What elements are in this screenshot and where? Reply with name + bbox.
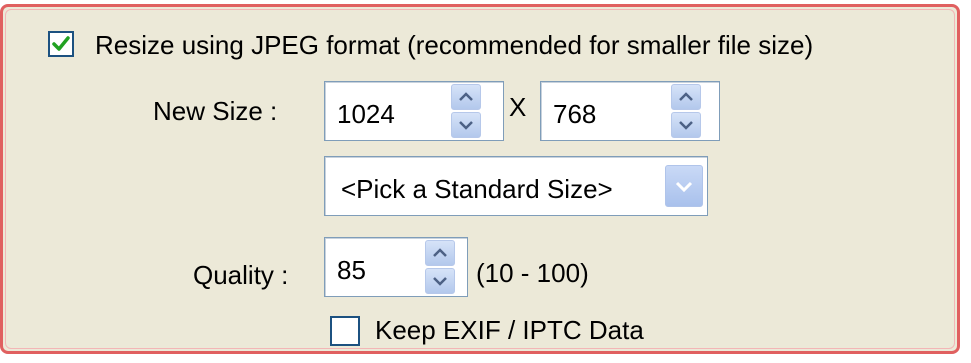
size-separator: X [509, 92, 527, 122]
resize-jpeg-label: Resize using JPEG format (recommended fo… [95, 30, 814, 60]
quality-increment-button[interactable] [425, 240, 455, 266]
quality-spinbox[interactable]: 85 [324, 237, 468, 297]
new-size-label: New Size : [153, 96, 278, 126]
chevron-down-icon [433, 277, 447, 286]
height-spinbox[interactable]: 768 [540, 81, 720, 141]
keep-exif-checkbox[interactable] [330, 316, 360, 346]
width-spinner [451, 84, 481, 138]
keep-exif-label: Keep EXIF / IPTC Data [375, 315, 644, 345]
width-value[interactable]: 1024 [337, 99, 395, 130]
chevron-down-icon [675, 181, 693, 193]
chevron-down-icon [459, 121, 473, 130]
quality-label: Quality : [193, 260, 289, 290]
resize-jpeg-checkbox[interactable] [48, 31, 74, 57]
height-decrement-button[interactable] [671, 112, 701, 138]
chevron-down-icon [679, 121, 693, 130]
quality-decrement-button[interactable] [425, 268, 455, 294]
standard-size-selected: <Pick a Standard Size> [341, 174, 613, 204]
quality-range-hint: (10 - 100) [476, 258, 589, 288]
resize-settings-panel: Resize using JPEG format (recommended fo… [0, 4, 960, 354]
quality-value[interactable]: 85 [337, 255, 366, 286]
width-decrement-button[interactable] [451, 112, 481, 138]
standard-size-dropdown[interactable]: <Pick a Standard Size> [324, 156, 708, 216]
standard-size-dropdown-button[interactable] [665, 165, 703, 207]
width-spinbox[interactable]: 1024 [324, 81, 504, 141]
height-increment-button[interactable] [671, 84, 701, 110]
chevron-up-icon [679, 92, 693, 101]
chevron-up-icon [459, 92, 473, 101]
quality-spinner [425, 240, 455, 294]
check-icon [52, 36, 70, 51]
height-value[interactable]: 768 [553, 99, 596, 130]
height-spinner [671, 84, 701, 138]
chevron-up-icon [433, 248, 447, 257]
width-increment-button[interactable] [451, 84, 481, 110]
